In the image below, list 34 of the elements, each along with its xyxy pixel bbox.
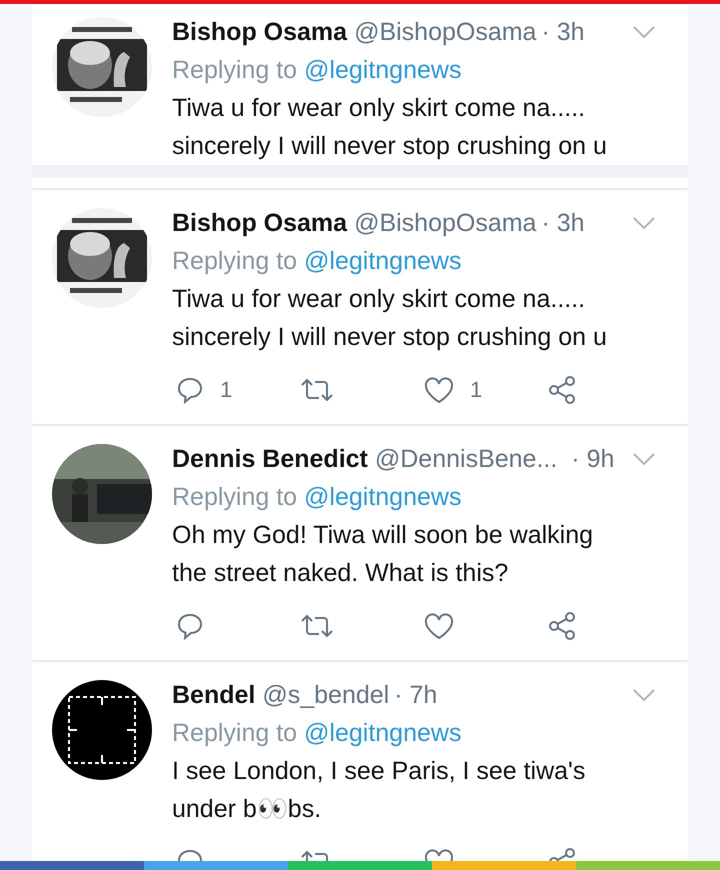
heart-icon[interactable]: [424, 376, 454, 404]
tweet-time: · 9h: [571, 444, 614, 474]
reply-icon[interactable]: [176, 612, 204, 640]
user-name[interactable]: Bendel: [172, 680, 256, 710]
tweet-time: · 3h: [541, 18, 585, 46]
user-handle[interactable]: @s_bendel: [262, 680, 390, 710]
tweet-text: Tiwa u for wear only skirt come na..... sincerely I will never stop crushing on u: [172, 93, 608, 162]
like-count: 1: [470, 377, 482, 403]
mention-link[interactable]: @legitngnews: [304, 56, 462, 84]
user-name[interactable]: Bishop Osama: [172, 208, 348, 238]
tweet-time: · 3h: [541, 208, 585, 238]
share-icon[interactable]: [548, 375, 576, 405]
user-name[interactable]: Bishop Osama: [172, 18, 348, 46]
user-handle[interactable]: @BishopOsama: [354, 18, 536, 46]
mention-link[interactable]: @legitngnews: [304, 483, 462, 511]
user-handle[interactable]: @BishopOsama: [354, 208, 536, 238]
user-handle[interactable]: @DennisBene...: [374, 444, 558, 474]
tweet-text: Oh my God! Tiwa will soon be walking the street naked. What is this?: [172, 520, 594, 589]
mention-link[interactable]: @legitngnews: [304, 247, 462, 275]
reply-icon[interactable]: [176, 376, 204, 404]
mention-link[interactable]: @legitngnews: [304, 719, 462, 747]
tweet-text: Tiwa u for wear only skirt come na..... sincerely I will never stop crushing on u: [172, 284, 608, 353]
heart-icon[interactable]: [424, 612, 454, 640]
retweet-icon[interactable]: [300, 613, 334, 639]
replying-to-text: Replying to @legitngnews: [172, 246, 462, 277]
reply-count: 1: [220, 377, 232, 403]
user-name[interactable]: Dennis Benedict: [172, 444, 368, 474]
replying-to-text: Replying to @legitngnews: [172, 482, 462, 513]
tweet-time: · 7h: [394, 680, 438, 710]
retweet-icon[interactable]: [300, 377, 334, 403]
replying-to-text: Replying to @legitngnews: [172, 718, 462, 749]
tweet-text: I see London, I see Paris, I see tiwa's under b👀bs.: [172, 756, 586, 825]
share-icon[interactable]: [548, 611, 576, 641]
replying-to-text: Replying to @legitngnews: [172, 55, 462, 86]
